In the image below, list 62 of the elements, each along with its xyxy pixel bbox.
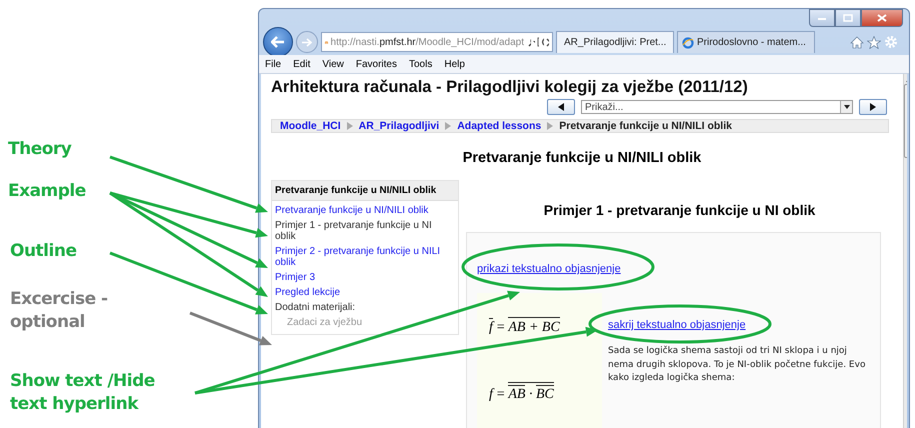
annotation-label: Excercise - optional — [10, 288, 109, 334]
globe-icon — [682, 36, 694, 48]
lesson-menu-item[interactable]: Primjer 2 - pretvaranje funkcije u NILI oblik — [275, 246, 455, 268]
minimize-button[interactable] — [809, 9, 835, 27]
maximize-button[interactable] — [835, 9, 861, 27]
address-bar[interactable]: http://nasti.pmfst.hr/Moodle_HCI/mod/adapt — [321, 32, 553, 52]
menu-item[interactable]: File — [265, 58, 282, 70]
left-triangle-icon — [557, 103, 565, 111]
breadcrumb-link[interactable]: Moodle_HCI — [280, 120, 341, 132]
minimize-icon — [817, 15, 827, 21]
menu-item[interactable]: Help — [444, 58, 465, 70]
explanation-text: Sada se logička shema sastoji od tri NI sklopa i u njoj nema drugih sklopova. To je NI-oblik početne fukcije. Evo kako izgleda logička shema: — [608, 345, 866, 385]
next-button[interactable] — [859, 99, 887, 115]
menu-item[interactable]: Favorites — [356, 58, 397, 70]
annotation-label: Example — [8, 180, 86, 203]
lesson-menu-item[interactable]: Pregled lekcije — [275, 287, 455, 298]
annotation-label: Theory — [8, 138, 72, 161]
star-icon[interactable] — [867, 36, 881, 48]
formula-term: · — [528, 387, 534, 403]
section-title: Primjer 1 - pretvaranje funkcije u NI oblik — [542, 202, 816, 218]
lesson-menu-label: Dodatni materijali: — [275, 302, 356, 313]
lesson-menu-item[interactable]: Primjer 1 - pretvaranje funkcije u NI oblik — [275, 220, 455, 242]
formula-term: BC — [542, 320, 560, 336]
caret-icon — [844, 105, 850, 109]
menu-item[interactable]: View — [322, 58, 344, 70]
back-arrow-icon — [271, 36, 285, 48]
breadcrumb-link[interactable]: Adapted lessons — [457, 120, 542, 132]
jump-select[interactable]: Prikaži... — [581, 100, 853, 114]
separator-icon — [445, 122, 452, 130]
separator-icon — [346, 122, 353, 130]
formula-term: BC — [536, 385, 554, 403]
breadcrumb-link[interactable]: AR_Prilagodljivi — [358, 120, 440, 132]
close-button[interactable] — [861, 9, 903, 27]
forward-arrow-icon — [302, 38, 312, 46]
formula-term: AB — [508, 385, 526, 403]
page-title: Pretvaranje funkcije u NI/NILI oblik — [462, 150, 702, 166]
formula-variable: f — [489, 318, 493, 336]
back-button[interactable] — [263, 27, 293, 57]
annotation-label: Outline — [10, 240, 76, 263]
show-text-link[interactable]: prikazi tekstualno objasnjenje — [477, 263, 621, 275]
formula-variable: f — [489, 387, 493, 403]
hide-text-link[interactable]: sakrij tekstualno objasnjenje — [608, 319, 746, 331]
annotation-label: Show text /Hide text hyperlink — [10, 370, 156, 416]
equals-sign: = — [496, 387, 506, 403]
browser-tab[interactable]: Prirodoslovno - matem... — [677, 31, 815, 53]
formula-term: + — [528, 320, 540, 336]
lesson-menu-item[interactable]: Primjer 3 — [275, 272, 455, 283]
home-icon[interactable] — [850, 36, 864, 48]
lesson-menu-item[interactable]: Pretvaranje funkcije u NI/NILI oblik — [275, 205, 455, 216]
menu-item[interactable]: Tools — [408, 58, 432, 70]
previous-button[interactable] — [547, 99, 575, 115]
menu-item[interactable]: Edit — [293, 58, 310, 70]
separator-icon — [547, 122, 554, 130]
close-icon — [877, 14, 887, 22]
right-triangle-icon — [869, 103, 877, 111]
maximize-icon — [843, 14, 853, 22]
breadcrumb-current: Pretvaranje funkcije u NI/NILI oblik — [559, 120, 732, 132]
browser-tab[interactable]: AR_Prilagodljivi: Pret... — [556, 31, 674, 53]
course-title: Arhitektura računala - Prilagodljivi kolegij za vježbe (2011/12) — [271, 78, 749, 97]
lesson-menu-heading: Pretvaranje funkcije u NI/NILI oblik — [272, 181, 458, 201]
formula-term: AB — [508, 320, 526, 336]
equals-sign: = — [496, 320, 506, 336]
